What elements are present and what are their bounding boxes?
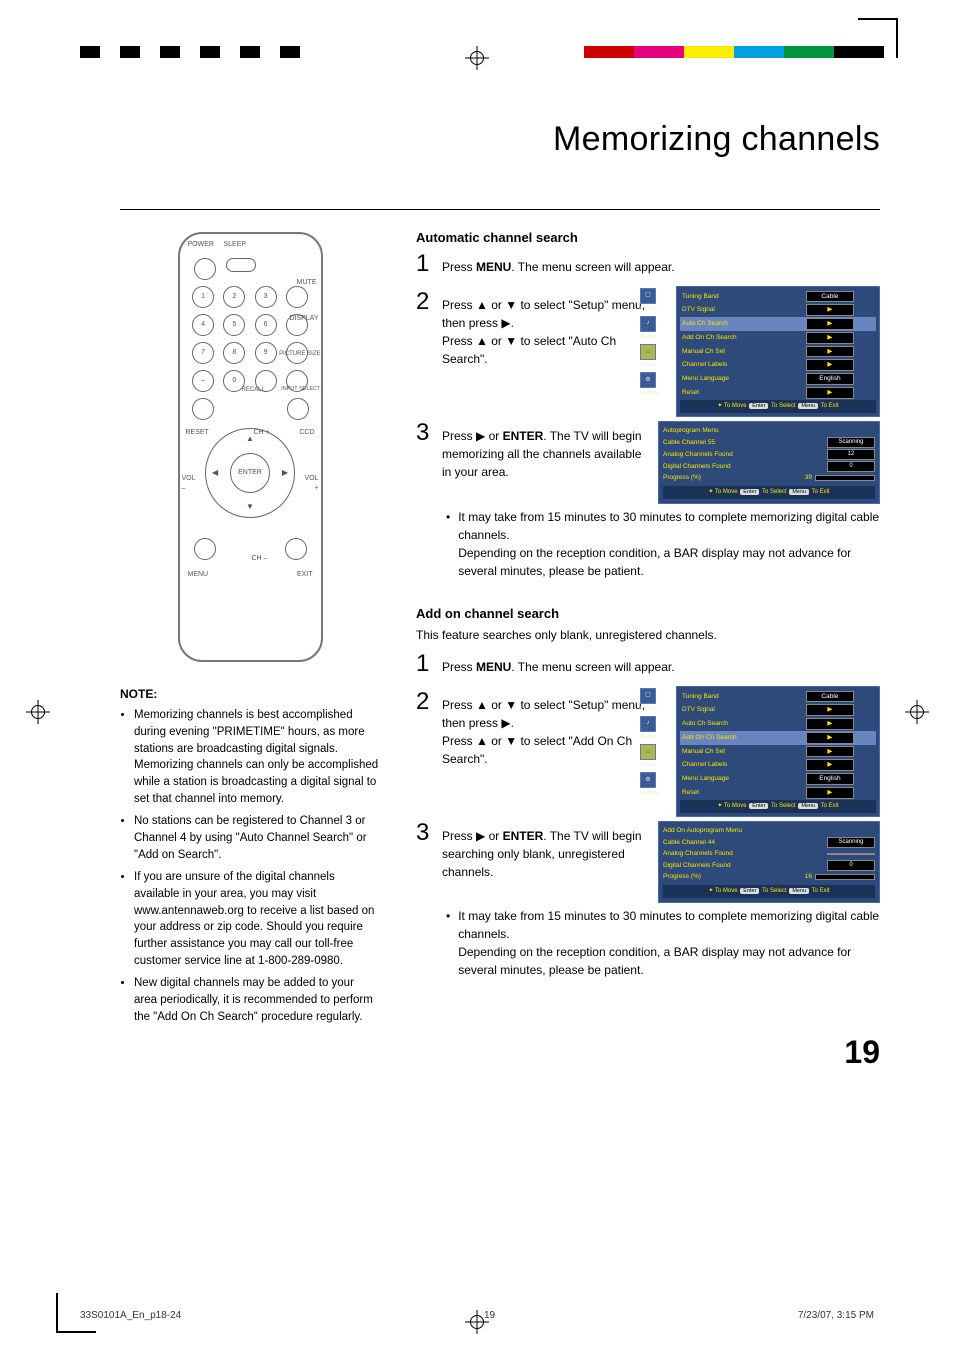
osd-setup-menu-addon: ▢Picture♪Audio⌂Setup⚙Feature Tuning Band… [658, 686, 880, 817]
registration-mark-top [465, 46, 489, 70]
digit-3: 3 [255, 286, 277, 308]
auto-step-1: 1 Press MENU. The menu screen will appea… [416, 252, 880, 276]
addon-step-1: 1 Press MENU. The menu screen will appea… [416, 652, 880, 676]
addon-step-2: 2 Press ▲ or ▼ to select "Setup" menu, t… [416, 690, 648, 768]
auto-step-3: 3 Press ▶ or ENTER. The TV will begin me… [416, 421, 648, 481]
remote-illustration: POWER SLEEP MUTE 123 DISPLAY 456 PICTURE… [178, 232, 323, 662]
osd-setup-menu-auto: ▢Picture♪Audio⌂Setup⚙Feature Tuning Band… [658, 286, 880, 417]
exit-button [285, 538, 307, 560]
addon-step-3: 3 Press ▶ or ENTER. The TV will begin se… [416, 821, 648, 881]
osd-autoprogram: Autoprogram Menu Cable Channel 55Scannin… [658, 417, 880, 505]
auto-step-2: 2 Press ▲ or ▼ to select "Setup" menu, t… [416, 290, 648, 368]
title-rule [120, 209, 880, 210]
enter-button: ENTER [230, 453, 270, 493]
digit-1: 1 [192, 286, 214, 308]
crop-mark-tr [858, 18, 898, 58]
auto-search-heading: Automatic channel search [416, 228, 880, 248]
digit-dash: – [192, 370, 214, 392]
auto-note-bullet: •It may take from 15 minutes to 30 minut… [446, 508, 880, 580]
registration-mark-right [905, 700, 929, 724]
digit-2: 2 [223, 286, 245, 308]
osd-addon-program: Add On Autoprogram Menu Cable Channel 44… [658, 817, 880, 903]
registration-mark-left [26, 700, 50, 724]
note-item: If you are unsure of the digital channel… [134, 869, 380, 969]
page-title: Memorizing channels [120, 120, 880, 159]
menu-button [194, 538, 216, 560]
addon-search-heading: Add on channel search [416, 604, 880, 624]
sleep-button [226, 258, 256, 272]
footer-page: 19 [484, 1310, 495, 1321]
note-item: No stations can be registered to Channel… [134, 813, 380, 863]
note-list: Memorizing channels is best accomplished… [120, 707, 380, 1025]
footer-file: 33S0101A_En_p18-24 [80, 1310, 181, 1321]
reset-button [192, 398, 214, 420]
power-button [194, 258, 216, 280]
print-footer: 33S0101A_En_p18-24 19 7/23/07, 3:15 PM [80, 1310, 874, 1321]
ccd-button [287, 398, 309, 420]
addon-intro: This feature searches only blank, unregi… [416, 626, 880, 644]
addon-note-bullet: •It may take from 15 minutes to 30 minut… [446, 907, 880, 979]
mute-button [286, 286, 308, 308]
dpad: ▲ ▼ ◀ ▶ ENTER [205, 428, 295, 518]
note-item: Memorizing channels is best accomplished… [134, 707, 380, 807]
note-item: New digital channels may be added to you… [134, 975, 380, 1025]
note-heading: NOTE: [120, 686, 380, 703]
footer-date: 7/23/07, 3:15 PM [798, 1310, 874, 1321]
page-number: 19 [844, 1034, 880, 1071]
